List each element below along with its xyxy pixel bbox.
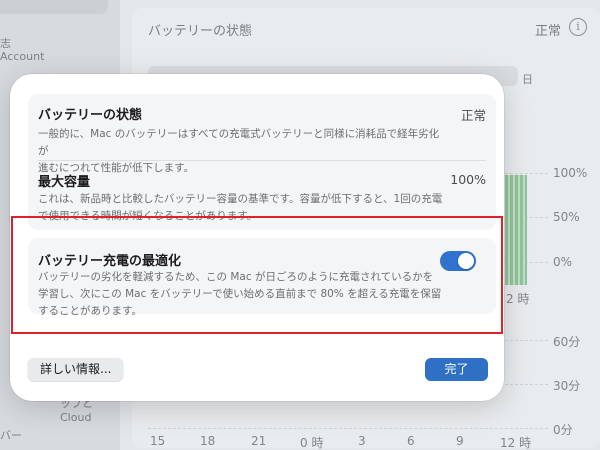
- x-tick-label: 12 時: [500, 436, 532, 450]
- description-line: バッテリーの劣化を軽減するため、この Mac が日ごろのように充電されているかを: [38, 271, 434, 283]
- optimized-charging-group: バッテリー充電の最適化 バッテリーの劣化を軽減するため、この Mac が日ごろの…: [28, 238, 496, 317]
- sidebar-text-fragment: 志: [0, 37, 11, 50]
- segment-label-fragment: 日: [522, 73, 533, 86]
- max-capacity-description: これは、新品時と比較したバッテリー容量の基準です。容量が低下すると、1回の充電 …: [38, 191, 448, 225]
- optimized-charging-description: バッテリーの劣化を軽減するため、この Mac が日ごろのように充電されているかを…: [38, 269, 468, 320]
- y-tick-label: 60分: [553, 335, 581, 349]
- done-button[interactable]: 完了: [425, 358, 488, 381]
- x-tick-label: 6: [407, 434, 415, 448]
- sidebar-text-fragment: Account: [0, 50, 45, 63]
- max-capacity-value: 100%: [450, 172, 486, 187]
- description-line: することがあります。: [38, 305, 142, 317]
- optimized-charging-title: バッテリー充電の最適化: [38, 254, 182, 269]
- description-line: 一般的に、Mac のバッテリーはすべての充電式バッテリーと同様に消耗品で経年劣化…: [38, 128, 440, 157]
- battery-health-sheet: バッテリーの状態 正常 一般的に、Mac のバッテリーはすべての充電式バッテリー…: [10, 74, 504, 401]
- description-line: 進むにつれて性能が低下します。: [38, 162, 195, 174]
- optimized-charging-toggle[interactable]: [440, 251, 476, 271]
- description-line: で使用できる時間が短くなることがあります。: [38, 210, 258, 222]
- chart-bar-group: [505, 175, 527, 285]
- battery-info-group: バッテリーの状態 正常 一般的に、Mac のバッテリーはすべての充電式バッテリー…: [28, 94, 496, 230]
- x-tick-label: 0 時: [300, 436, 324, 450]
- x-tick-label: 9: [456, 434, 464, 448]
- info-icon[interactable]: i: [569, 18, 587, 36]
- x-tick-label: 18: [200, 434, 216, 448]
- battery-health-value: 正常: [460, 108, 486, 123]
- description-line: これは、新品時と比較したバッテリー容量の基準です。容量が低下すると、1回の充電: [38, 193, 443, 205]
- battery-health-description: 一般的に、Mac のバッテリーはすべての充電式バッテリーと同様に消耗品で経年劣化…: [38, 126, 448, 177]
- y-tick-label: 30分: [553, 379, 581, 393]
- sidebar-selected-item: [0, 0, 108, 14]
- y-tick-label: 0分: [553, 423, 573, 437]
- toggle-knob: [458, 253, 474, 269]
- background-header-title: バッテリーの状態: [148, 24, 253, 39]
- row-divider: [38, 160, 486, 161]
- description-line: 学習し、次にこの Mac をバッテリーで使い始める直前まで 80% を超える充電…: [38, 288, 442, 300]
- battery-health-title: バッテリーの状態: [38, 108, 143, 123]
- y-tick-label: 0%: [553, 255, 573, 269]
- background-header-status: 正常: [535, 24, 562, 39]
- x-tick-label: 21: [251, 434, 267, 448]
- x-tick-label: 2 時: [506, 292, 530, 306]
- x-tick-label: 3: [358, 434, 366, 448]
- chart-gridline: [148, 428, 548, 429]
- x-tick-label: 15: [150, 434, 166, 448]
- more-info-button[interactable]: 詳しい情報...: [28, 358, 124, 381]
- sidebar-text-fragment: バー: [0, 429, 22, 442]
- y-tick-label: 100%: [553, 166, 588, 180]
- y-tick-label: 50%: [553, 210, 580, 224]
- max-capacity-title: 最大容量: [38, 175, 91, 190]
